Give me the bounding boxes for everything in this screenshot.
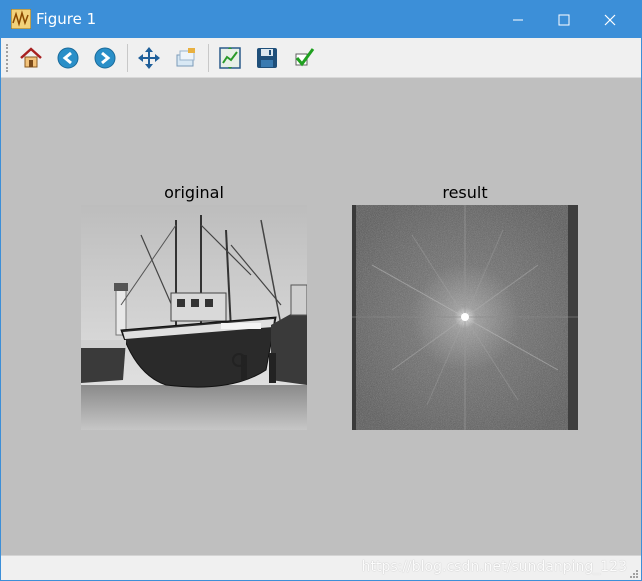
- close-button[interactable]: [587, 1, 633, 38]
- watermark-text: https://blog.csdn.net/sundanping_123: [361, 559, 627, 575]
- move-icon: [138, 47, 160, 69]
- figure-canvas[interactable]: original result: [1, 78, 641, 555]
- subplot-title-result: result: [442, 183, 488, 202]
- minimize-button[interactable]: [495, 1, 541, 38]
- subplots-button[interactable]: [215, 43, 245, 73]
- result-spectrum-image: [352, 205, 578, 430]
- window-title: Figure 1: [36, 10, 97, 28]
- status-bar: https://blog.csdn.net/sundanping_123: [1, 555, 641, 580]
- zoom-rect-icon: [176, 48, 195, 67]
- arrow-left-icon: [57, 47, 79, 69]
- toolbar-separator: [127, 44, 128, 72]
- arrow-right-icon: [94, 47, 116, 69]
- pan-button[interactable]: [134, 43, 164, 73]
- original-image: [81, 205, 307, 430]
- close-icon: [604, 14, 616, 25]
- figure-window: Figure 1 original result https://blog.cs…: [0, 0, 642, 581]
- navigation-toolbar: [1, 38, 641, 78]
- checkmark-icon: [295, 48, 315, 67]
- home-icon: [20, 47, 42, 68]
- matplotlib-figure-icon: [11, 9, 31, 29]
- edit-button[interactable]: [289, 43, 319, 73]
- resize-grip-icon[interactable]: [629, 569, 639, 579]
- floppy-disk-icon: [257, 48, 277, 68]
- title-bar[interactable]: Figure 1: [1, 1, 641, 38]
- forward-button[interactable]: [90, 43, 120, 73]
- save-button[interactable]: [252, 43, 282, 73]
- zoom-button[interactable]: [171, 43, 201, 73]
- maximize-icon: [558, 14, 570, 25]
- back-button[interactable]: [53, 43, 83, 73]
- maximize-button[interactable]: [541, 1, 587, 38]
- home-button[interactable]: [16, 43, 46, 73]
- subplots-icon: [219, 47, 241, 69]
- subplot-title-original: original: [164, 183, 224, 202]
- toolbar-separator: [208, 44, 209, 72]
- toolbar-grip[interactable]: [6, 44, 10, 72]
- minimize-icon: [513, 19, 523, 20]
